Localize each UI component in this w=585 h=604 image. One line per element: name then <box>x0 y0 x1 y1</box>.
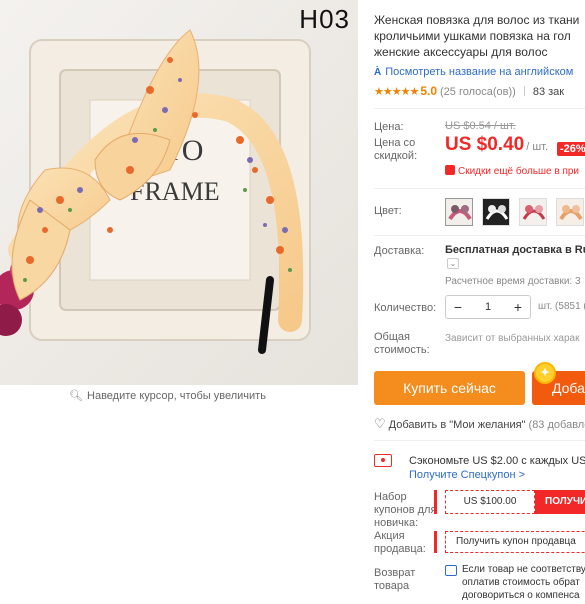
product-title-line: женские аксессуары для волос <box>374 45 548 59</box>
product-gallery: PHOTO FRAME <box>0 0 358 410</box>
color-swatch[interactable] <box>482 198 510 226</box>
discount-price-label-line: скидкой: <box>374 150 418 162</box>
discount-price-label-line: Цена со <box>374 137 416 149</box>
coupon-text: Сэкономьте US $2.00 с каждых US $1 <box>409 455 585 467</box>
returns-label-line: Возврат <box>374 567 416 579</box>
orders-count: 83 зак <box>532 86 565 98</box>
new-user-coupons-label: Набор купонов для новичка: <box>374 491 436 530</box>
app-promo-link[interactable]: Скидки ещё больше в при <box>445 165 579 177</box>
product-main-image[interactable]: PHOTO FRAME <box>0 0 358 385</box>
divider <box>374 440 585 441</box>
return-policy-line: оплатив стоимость обрат <box>462 577 580 588</box>
get-new-user-coupon-button[interactable]: ПОЛУЧИТ <box>535 490 585 514</box>
returns-label-line: товара <box>374 580 410 592</box>
model-code-label: H03 <box>299 4 350 34</box>
divider <box>374 188 585 189</box>
current-price-value: US $0.40 <box>445 134 525 155</box>
wishlist-count: (83 добавлений <box>528 419 585 431</box>
chevron-down-icon[interactable]: ⌄ <box>447 258 459 269</box>
wishlist-text: Добавить в "Мои желания" <box>388 419 526 431</box>
accent-bar <box>434 490 437 514</box>
headband-photo: PHOTO FRAME <box>0 0 358 385</box>
returns-label: Возврат товара <box>374 567 415 593</box>
quantity-increase-button[interactable]: + <box>506 299 530 315</box>
current-price: US $0.40/ шт. <box>445 134 548 156</box>
total-label-line: Общая <box>374 331 410 343</box>
coupon-icon <box>374 454 392 467</box>
buy-now-button[interactable]: Купить сейчас <box>374 371 525 405</box>
new-user-coupons-label-line: новичка: <box>374 517 419 529</box>
color-swatch[interactable] <box>519 198 547 226</box>
price-label: Цена: <box>374 121 404 133</box>
rating-value: 5.0 <box>420 84 437 98</box>
stock-info: шт. (5851 ( <box>538 301 585 312</box>
seller-promo-label: Акция продавца: <box>374 530 426 556</box>
translate-title-text: Посмотреть название на английском <box>385 66 574 78</box>
product-title-line: кроличьими ушками повязка на гол <box>374 29 571 43</box>
new-user-coupon-value: US $100.00 <box>445 490 535 514</box>
rating-row: ★★★★★ 5.0 (25 голоса(ов)) 83 зак <box>374 84 564 98</box>
price-unit: / шт. <box>526 141 549 153</box>
return-policy-text: Если товар не соответству оплатив стоимо… <box>462 563 585 602</box>
coin-icon: ✦ <box>534 362 556 384</box>
divider <box>523 86 525 96</box>
total-note: Зависит от выбранных харак <box>445 333 580 344</box>
app-promo-text: Скидки ещё больше в при <box>458 166 580 177</box>
zoom-hint: 🔍︎ Наведите курсор, чтобы увеличить <box>0 389 335 402</box>
coupon-offer: Сэкономьте US $2.00 с каждых US $1 Получ… <box>374 446 585 486</box>
shipping-method: Бесплатная доставка в Russ <box>445 244 585 256</box>
new-user-coupons-label-line: Набор <box>374 491 407 503</box>
discount-badge: -26% <box>557 142 585 156</box>
get-seller-coupon-button[interactable]: Получить купон продавца <box>445 531 585 553</box>
seller-promo-label-line: продавца: <box>374 543 426 555</box>
old-price: US $0.54 / шт. <box>445 120 516 132</box>
product-details: Женская повязка для волос из ткани кроли… <box>374 0 585 604</box>
promo-tag-icon <box>445 165 455 175</box>
return-policy-icon <box>445 565 457 576</box>
heart-icon: ♡ <box>374 416 386 431</box>
quantity-stepper: − + <box>445 295 531 319</box>
shipping-label: Доставка: <box>374 245 425 257</box>
color-swatch[interactable] <box>556 198 584 226</box>
total-label: Общая стоимость: <box>374 331 430 357</box>
return-policy-line: договориться о компенса <box>462 590 580 601</box>
quantity-decrease-button[interactable]: − <box>446 299 470 315</box>
new-user-coupons-label-line: купонов для <box>374 504 437 516</box>
quantity-label: Количество: <box>374 302 437 314</box>
rating-votes[interactable]: (25 голоса(ов)) <box>440 86 516 98</box>
return-policy-line: Если товар не соответству <box>462 564 585 575</box>
color-swatches <box>445 198 585 226</box>
delivery-time: Расчетное время доставки: 3 <box>445 276 581 287</box>
color-label: Цвет: <box>374 205 402 217</box>
zoom-hint-text: Наведите курсор, чтобы увеличить <box>87 390 266 402</box>
accent-bar <box>434 531 437 553</box>
ai-translate-icon: À <box>374 67 382 78</box>
divider <box>374 235 585 236</box>
discount-price-label: Цена со скидкой: <box>374 137 417 163</box>
product-title-line: Женская повязка для волос из ткани <box>374 13 580 27</box>
product-title: Женская повязка для волос из ткани кроли… <box>374 12 585 60</box>
total-label-line: стоимость: <box>374 344 430 356</box>
color-swatch[interactable] <box>445 198 473 226</box>
magnifier-icon: 🔍︎ <box>69 390 84 402</box>
divider <box>374 108 585 109</box>
translate-title-link[interactable]: À Посмотреть название на английском <box>374 66 573 78</box>
quantity-input[interactable] <box>470 301 506 313</box>
seller-promo-label-line: Акция <box>374 530 405 542</box>
add-to-wishlist-link[interactable]: ♡Добавить в "Мои желания" (83 добавлений <box>374 416 585 432</box>
star-rating-icon[interactable]: ★★★★★ <box>374 86 419 98</box>
get-coupon-link[interactable]: Получите Спецкупон > <box>409 469 525 481</box>
